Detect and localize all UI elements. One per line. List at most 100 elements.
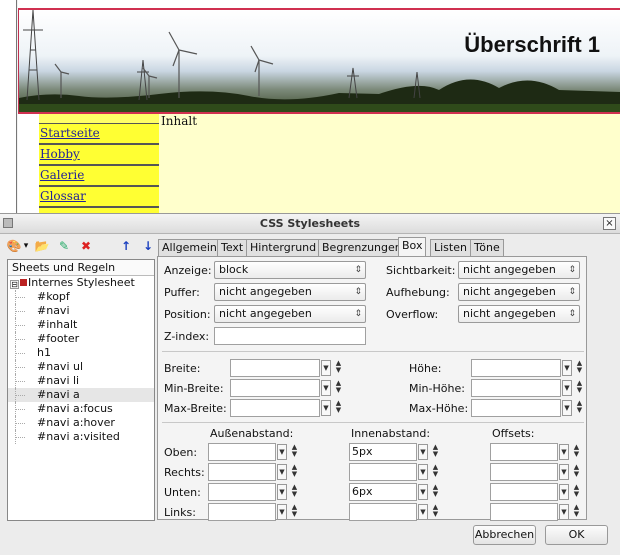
- chevron-down-icon[interactable]: ▼: [559, 464, 569, 480]
- spinner-icon[interactable]: ▲ ▼: [290, 464, 299, 480]
- tab-allgemein[interactable]: Allgemein: [158, 239, 221, 256]
- spinner-icon[interactable]: ▲ ▼: [572, 484, 581, 500]
- chevron-down-icon[interactable]: ▼: [418, 444, 428, 460]
- spinner-icon[interactable]: ▲ ▼: [334, 380, 343, 396]
- aussen-rechts-input[interactable]: [208, 463, 276, 481]
- open-sheet-icon[interactable]: 📂: [34, 238, 50, 254]
- puffer-select[interactable]: nicht angegeben ⇕: [214, 283, 366, 301]
- spinner-icon[interactable]: ▲ ▼: [290, 504, 299, 520]
- move-up-icon[interactable]: ↑: [118, 238, 134, 254]
- spinner-icon[interactable]: ▲ ▼: [334, 360, 343, 376]
- max-hoehe-input[interactable]: [471, 399, 561, 417]
- tree-rule-row[interactable]: #navi a:visited: [8, 430, 154, 444]
- cancel-button[interactable]: Abbrechen: [473, 525, 536, 545]
- max-breite-input[interactable]: [230, 399, 320, 417]
- spinner-icon[interactable]: ▲ ▼: [290, 444, 299, 460]
- chevron-down-icon[interactable]: ▼: [418, 464, 428, 480]
- dropdown-arrow-icon[interactable]: ▾: [22, 238, 30, 254]
- spinner-icon[interactable]: ▲ ▼: [431, 504, 440, 520]
- tab-begrenzungen[interactable]: Begrenzungen: [318, 239, 406, 256]
- chevron-down-icon[interactable]: ▼: [562, 360, 572, 376]
- spinner-icon[interactable]: ▲ ▼: [575, 380, 584, 396]
- tab-box[interactable]: Box: [398, 237, 427, 257]
- nav-link-hobby[interactable]: Hobby: [39, 144, 159, 165]
- delete-icon[interactable]: ✖: [78, 238, 94, 254]
- chevron-down-icon[interactable]: ▼: [559, 444, 569, 460]
- spinner-icon[interactable]: ▲ ▼: [431, 464, 440, 480]
- rules-tree[interactable]: Sheets und Regeln ⊟ Internes Stylesheet #…: [7, 259, 155, 521]
- chevron-down-icon[interactable]: ▼: [277, 464, 287, 480]
- aufhebung-select[interactable]: nicht angegeben ⇕: [458, 283, 580, 301]
- chevron-down-icon[interactable]: ▼: [562, 400, 572, 416]
- min-hoehe-input[interactable]: [471, 379, 561, 397]
- offset-links-input[interactable]: [490, 503, 558, 521]
- tree-root-row[interactable]: ⊟ Internes Stylesheet: [8, 276, 154, 290]
- spinner-icon[interactable]: ▲ ▼: [575, 360, 584, 376]
- spinner-icon[interactable]: ▲ ▼: [575, 400, 584, 416]
- offset-oben-input[interactable]: [490, 443, 558, 461]
- tree-rule-row[interactable]: #navi a:focus: [8, 402, 154, 416]
- nav-link-galerie[interactable]: Galerie: [39, 165, 159, 186]
- tree-rule-row[interactable]: #navi ul: [8, 360, 154, 374]
- tab-text[interactable]: Text: [217, 239, 248, 256]
- spinner-icon[interactable]: ▲ ▼: [334, 400, 343, 416]
- hoehe-input[interactable]: [471, 359, 561, 377]
- dialog-titlebar[interactable]: CSS Stylesheets ×: [0, 214, 620, 234]
- offset-unten-input[interactable]: [490, 483, 558, 501]
- tab-hintergrund[interactable]: Hintergrund: [246, 239, 321, 256]
- aussen-links-input[interactable]: [208, 503, 276, 521]
- close-button[interactable]: ×: [603, 217, 616, 230]
- zindex-input[interactable]: [214, 327, 366, 345]
- chevron-down-icon[interactable]: ▼: [277, 444, 287, 460]
- palette-icon[interactable]: 🎨: [6, 238, 22, 254]
- breite-input[interactable]: [230, 359, 320, 377]
- spinner-icon[interactable]: ▲ ▼: [431, 484, 440, 500]
- tree-rule-row[interactable]: #kopf: [8, 290, 154, 304]
- spinner-icon[interactable]: ▲ ▼: [572, 444, 581, 460]
- offset-rechts-input[interactable]: [490, 463, 558, 481]
- chevron-down-icon[interactable]: ▼: [321, 400, 331, 416]
- innen-oben-input[interactable]: 5px: [349, 443, 417, 461]
- tree-rule-row[interactable]: #inhalt: [8, 318, 154, 332]
- edit-rule-icon[interactable]: ✎: [56, 238, 72, 254]
- move-down-icon[interactable]: ↓: [140, 238, 156, 254]
- aussen-oben-input[interactable]: [208, 443, 276, 461]
- chevron-down-icon[interactable]: ▼: [277, 484, 287, 500]
- chevron-down-icon[interactable]: ▼: [321, 380, 331, 396]
- tree-rule-row[interactable]: #navi a:hover: [8, 416, 154, 430]
- spinner-icon[interactable]: ▲ ▼: [572, 504, 581, 520]
- content-area: Inhalt: [159, 114, 620, 213]
- nav-link-startseite[interactable]: Startseite: [39, 123, 159, 144]
- chevron-down-icon[interactable]: ▼: [277, 504, 287, 520]
- tree-guide-line: [15, 318, 37, 332]
- anzeige-select[interactable]: block ⇕: [214, 261, 366, 279]
- innen-unten-input[interactable]: 6px: [349, 483, 417, 501]
- tab-listen[interactable]: Listen: [430, 239, 471, 256]
- spinner-icon[interactable]: ▲ ▼: [290, 484, 299, 500]
- tree-rule-row[interactable]: h1: [8, 346, 154, 360]
- chevron-down-icon[interactable]: ▼: [559, 484, 569, 500]
- innen-rechts-input[interactable]: [349, 463, 417, 481]
- ok-button[interactable]: OK: [545, 525, 608, 545]
- links-label: Links:: [164, 506, 196, 519]
- spinner-icon[interactable]: ▲ ▼: [572, 464, 581, 480]
- overflow-select[interactable]: nicht angegeben ⇕: [458, 305, 580, 323]
- innen-links-input[interactable]: [349, 503, 417, 521]
- tree-rule-row[interactable]: #navi li: [8, 374, 154, 388]
- chevron-down-icon[interactable]: ▼: [559, 504, 569, 520]
- position-select[interactable]: nicht angegeben ⇕: [214, 305, 366, 323]
- tree-rule-row[interactable]: #navi: [8, 304, 154, 318]
- tree-rule-row[interactable]: #navi a: [8, 388, 154, 402]
- aussen-unten-input[interactable]: [208, 483, 276, 501]
- spinner-icon[interactable]: ▲ ▼: [431, 444, 440, 460]
- sichtbarkeit-select[interactable]: nicht angegeben ⇕: [458, 261, 580, 279]
- tab-toene[interactable]: Töne: [470, 239, 504, 256]
- nav-link-glossar[interactable]: Glossar: [39, 186, 159, 207]
- collapse-icon[interactable]: ⊟: [10, 280, 19, 289]
- chevron-down-icon[interactable]: ▼: [418, 504, 428, 520]
- min-breite-input[interactable]: [230, 379, 320, 397]
- chevron-down-icon[interactable]: ▼: [562, 380, 572, 396]
- chevron-down-icon[interactable]: ▼: [321, 360, 331, 376]
- tree-rule-row[interactable]: #footer: [8, 332, 154, 346]
- chevron-down-icon[interactable]: ▼: [418, 484, 428, 500]
